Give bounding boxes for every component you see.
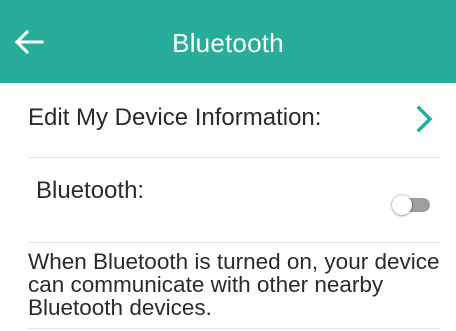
edit-device-information-label: Edit My Device Information:: [28, 104, 322, 131]
bluetooth-description: When Bluetooth is turned on, your device…: [28, 249, 440, 320]
chevron-right-icon: [416, 105, 433, 133]
bluetooth-toggle[interactable]: [392, 195, 432, 215]
edit-device-information-row[interactable]: Edit My Device Information:: [28, 83, 440, 158]
divider: [28, 328, 440, 329]
toggle-knob: [392, 195, 412, 215]
bluetooth-label: Bluetooth:: [36, 177, 145, 204]
page-title: Bluetooth: [172, 28, 284, 58]
bluetooth-setting-row: Bluetooth:: [28, 158, 440, 243]
app-header: Bluetooth: [0, 0, 456, 83]
